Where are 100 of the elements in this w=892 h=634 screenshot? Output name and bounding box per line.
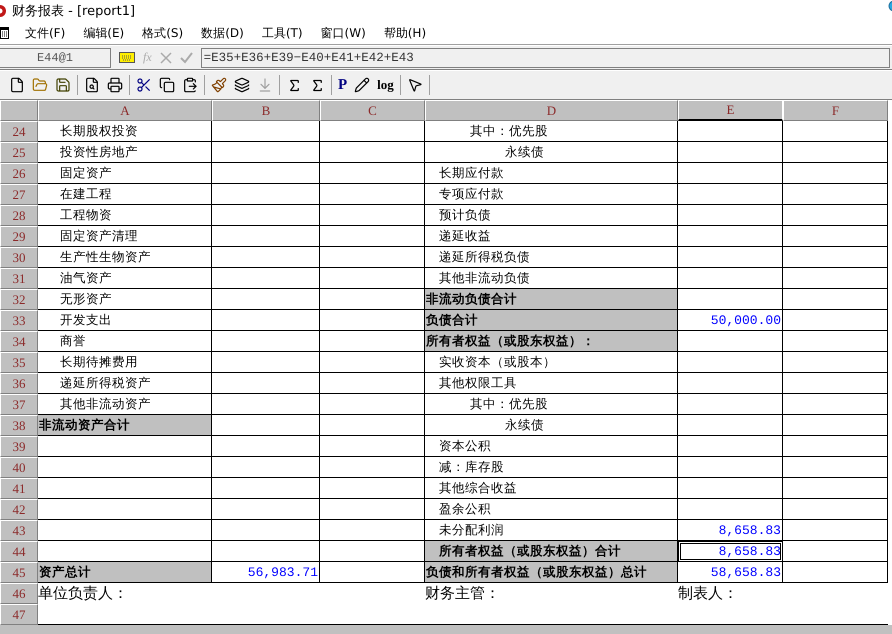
table-cell[interactable]: 其他权限工具 — [425, 373, 678, 394]
row-header[interactable]: 33 — [0, 310, 38, 331]
table-cell[interactable]: 开发支出 — [38, 310, 212, 331]
table-cell[interactable] — [320, 562, 425, 583]
table-cell[interactable]: 长期待摊费用 — [38, 352, 212, 373]
table-cell[interactable] — [38, 520, 212, 541]
table-cell[interactable] — [212, 541, 320, 562]
table-cell[interactable] — [212, 289, 320, 310]
table-cell[interactable] — [678, 499, 783, 520]
table-cell[interactable]: 生产性生物资产 — [38, 247, 212, 268]
table-cell[interactable] — [783, 541, 888, 562]
table-cell[interactable] — [212, 226, 320, 247]
table-cell[interactable]: 专项应付款 — [425, 184, 678, 205]
table-cell[interactable] — [212, 268, 320, 289]
row-header[interactable]: 44 — [0, 541, 38, 562]
row-header[interactable]: 46 — [0, 583, 38, 604]
row-header[interactable]: 25 — [0, 142, 38, 163]
keyboard-icon[interactable] — [119, 52, 135, 63]
table-cell[interactable] — [212, 163, 320, 184]
table-cell[interactable] — [320, 310, 425, 331]
table-cell[interactable] — [678, 331, 783, 352]
table-cell[interactable] — [212, 247, 320, 268]
row-header[interactable]: 38 — [0, 415, 38, 436]
table-cell[interactable] — [320, 142, 425, 163]
table-cell[interactable] — [212, 373, 320, 394]
table-cell[interactable]: 实收资本（或股本） — [425, 352, 678, 373]
table-cell[interactable] — [783, 352, 888, 373]
table-cell[interactable]: 56,983.71 — [212, 562, 320, 583]
table-cell[interactable]: 所有者权益（或股东权益）合计 — [425, 541, 678, 562]
row-header[interactable]: 34 — [0, 331, 38, 352]
table-cell[interactable] — [212, 184, 320, 205]
menu-item[interactable]: 文件(F) — [23, 24, 68, 42]
table-cell[interactable] — [212, 205, 320, 226]
table-cell[interactable] — [38, 478, 212, 499]
table-cell[interactable] — [783, 373, 888, 394]
table-cell[interactable]: 8,658.83 — [678, 520, 783, 541]
table-cell[interactable]: 在建工程 — [38, 184, 212, 205]
table-cell[interactable]: 油气资产 — [38, 268, 212, 289]
table-cell[interactable] — [212, 394, 320, 415]
table-cell[interactable] — [678, 436, 783, 457]
column-header[interactable]: E — [678, 100, 783, 121]
row-header[interactable]: 29 — [0, 226, 38, 247]
cell-reference-field[interactable]: E44@1 — [0, 48, 111, 68]
table-cell[interactable] — [678, 457, 783, 478]
pencil-icon[interactable] — [352, 75, 372, 95]
row-header[interactable]: 28 — [0, 205, 38, 226]
column-header[interactable]: C — [320, 100, 425, 121]
row-header[interactable]: 37 — [0, 394, 38, 415]
printer-icon[interactable] — [105, 75, 125, 95]
table-cell[interactable] — [783, 562, 888, 583]
table-cell[interactable] — [320, 247, 425, 268]
table-cell[interactable]: 58,658.83 — [678, 562, 783, 583]
table-cell[interactable] — [320, 436, 425, 457]
row-header[interactable]: 32 — [0, 289, 38, 310]
table-cell[interactable]: 非流动资产合计 — [38, 415, 212, 436]
table-cell[interactable] — [678, 394, 783, 415]
table-cell[interactable] — [678, 373, 783, 394]
table-cell[interactable] — [783, 394, 888, 415]
table-cell[interactable]: 资产总计 — [38, 562, 212, 583]
row-header[interactable]: 45 — [0, 562, 38, 583]
table-cell[interactable] — [38, 457, 212, 478]
table-cell[interactable]: 8,658.83 — [678, 541, 783, 562]
corner-header[interactable] — [0, 100, 38, 121]
table-cell[interactable]: 无形资产 — [38, 289, 212, 310]
table-cell[interactable]: 其他非流动负债 — [425, 268, 678, 289]
table-cell[interactable]: 长期股权投资 — [38, 121, 212, 142]
row-header[interactable]: 47 — [0, 604, 38, 625]
table-cell[interactable] — [783, 247, 888, 268]
row-header[interactable]: 43 — [0, 520, 38, 541]
table-cell[interactable] — [38, 499, 212, 520]
table-cell[interactable] — [212, 415, 320, 436]
table-cell[interactable] — [783, 205, 888, 226]
copy-icon[interactable] — [157, 75, 177, 95]
table-cell[interactable] — [783, 184, 888, 205]
table-cell[interactable]: 投资性房地产 — [38, 142, 212, 163]
table-cell[interactable] — [320, 163, 425, 184]
table-cell[interactable]: 非流动负债合计 — [425, 289, 678, 310]
menu-item[interactable]: 编辑(E) — [81, 24, 126, 42]
table-cell[interactable] — [783, 268, 888, 289]
table-cell[interactable]: 工程物资 — [38, 205, 212, 226]
table-cell[interactable] — [212, 478, 320, 499]
table-cell[interactable]: 永续债 — [425, 415, 678, 436]
table-cell[interactable]: 递延所得税负债 — [425, 247, 678, 268]
table-cell[interactable]: 长期应付款 — [425, 163, 678, 184]
row-header[interactable]: 35 — [0, 352, 38, 373]
table-cell[interactable] — [783, 478, 888, 499]
table-cell[interactable] — [212, 499, 320, 520]
table-cell[interactable] — [320, 226, 425, 247]
table-cell[interactable] — [212, 352, 320, 373]
table-cell[interactable]: 资本公积 — [425, 436, 678, 457]
column-header[interactable]: F — [783, 100, 888, 121]
table-cell[interactable] — [678, 415, 783, 436]
table-cell[interactable] — [783, 310, 888, 331]
table-cell[interactable] — [783, 289, 888, 310]
table-cell[interactable] — [38, 436, 212, 457]
table-cell[interactable] — [783, 163, 888, 184]
table-cell[interactable] — [320, 541, 425, 562]
table-cell[interactable] — [783, 457, 888, 478]
table-cell[interactable] — [678, 352, 783, 373]
table-cell[interactable] — [783, 499, 888, 520]
